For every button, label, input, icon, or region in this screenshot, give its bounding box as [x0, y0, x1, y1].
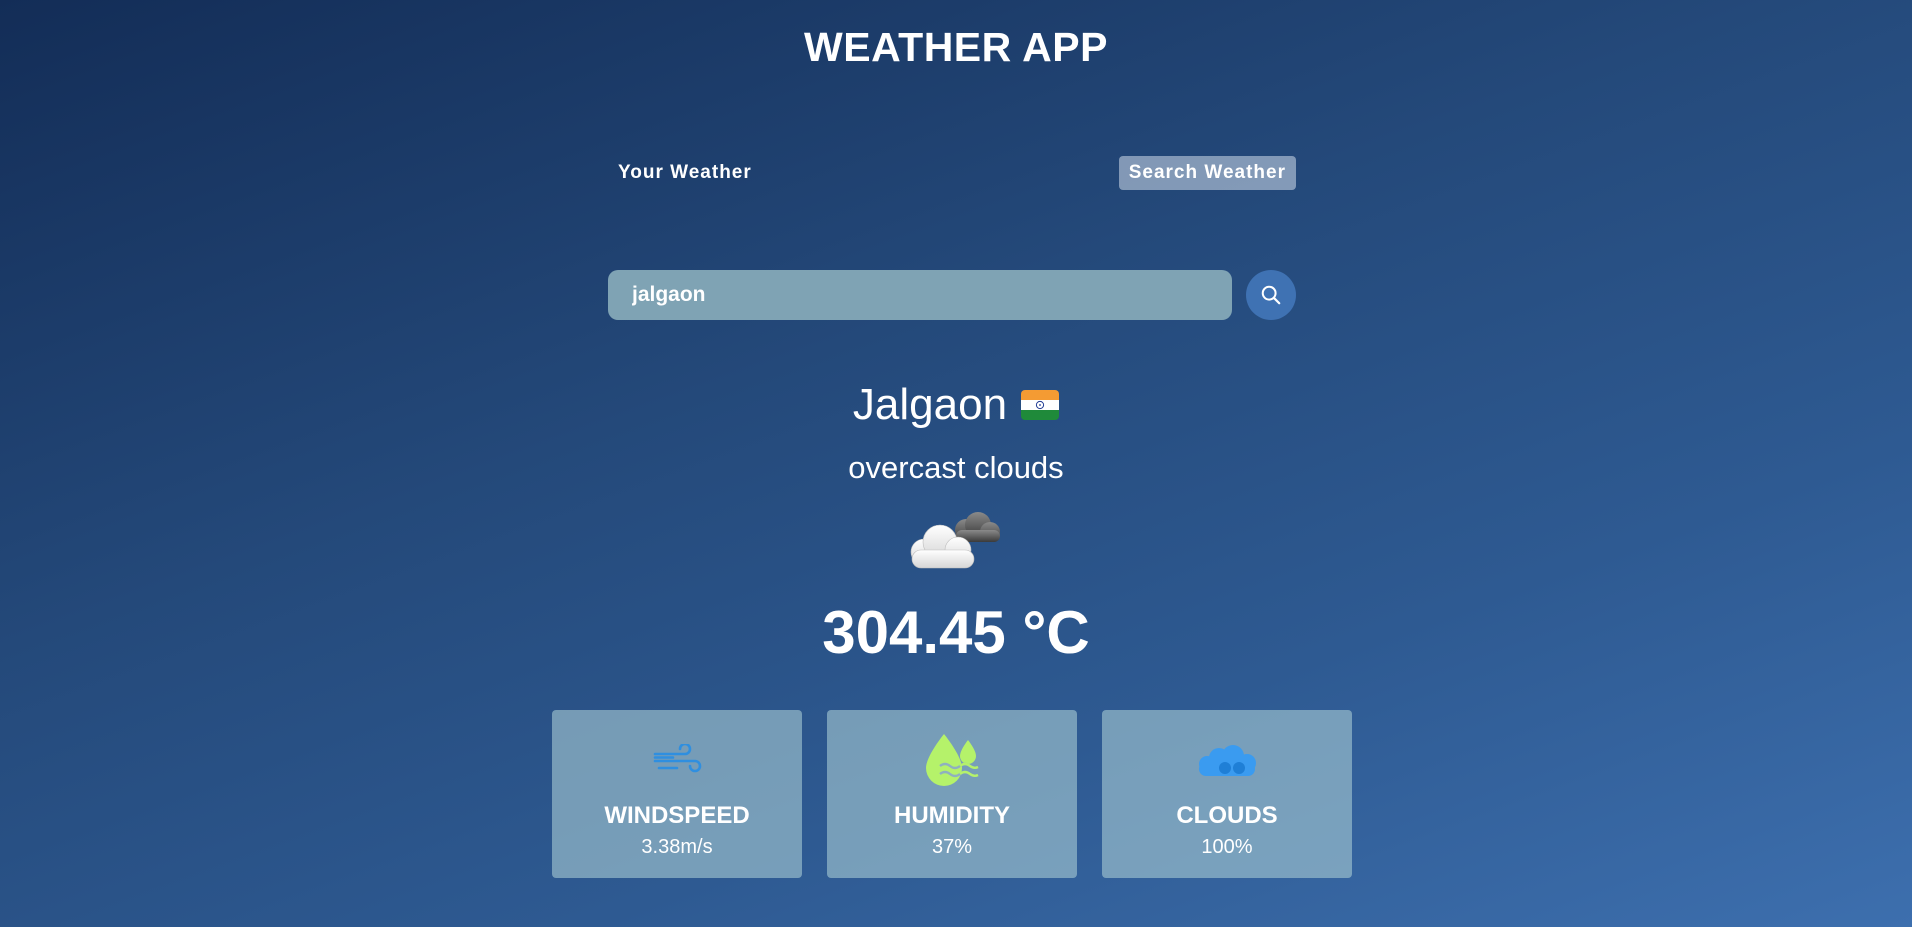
- city-name: Jalgaon: [852, 380, 1008, 429]
- tab-bar: Your Weather Search Weather: [608, 155, 1296, 191]
- clouds-card: CLOUDS 100%: [1102, 710, 1352, 878]
- clouds-label: CLOUDS: [1176, 802, 1278, 829]
- india-flag-icon: [1021, 390, 1060, 420]
- humidity-value: 37%: [931, 836, 973, 858]
- temperature: 304.45 °C: [822, 599, 1090, 666]
- overcast-clouds-icon: [904, 508, 1004, 574]
- weather-description: overcast clouds: [848, 450, 1064, 485]
- city-header: Jalgaon: [0, 380, 1912, 430]
- clouds-value: 100%: [1201, 836, 1253, 858]
- humidity-label: HUMIDITY: [894, 802, 1010, 829]
- tab-search-weather[interactable]: Search Weather: [1118, 156, 1296, 190]
- humidity-card: HUMIDITY 37%: [827, 710, 1077, 878]
- cloud-icon: [1195, 732, 1259, 790]
- tab-your-weather[interactable]: Your Weather: [608, 156, 762, 190]
- search-button[interactable]: [1246, 270, 1296, 320]
- search-input[interactable]: [608, 270, 1232, 320]
- app-title: WEATHER APP: [804, 24, 1108, 70]
- wind-icon: [651, 732, 703, 790]
- metric-cards: WINDSPEED 3.38m/s HUMIDITY 37% CLOUDS 10…: [552, 710, 1352, 878]
- search-form: [608, 270, 1296, 320]
- windspeed-value: 3.38m/s: [641, 836, 713, 858]
- search-icon: [1261, 285, 1281, 305]
- humidity-icon: [922, 732, 982, 790]
- windspeed-card: WINDSPEED 3.38m/s: [552, 710, 802, 878]
- windspeed-label: WINDSPEED: [604, 802, 750, 829]
